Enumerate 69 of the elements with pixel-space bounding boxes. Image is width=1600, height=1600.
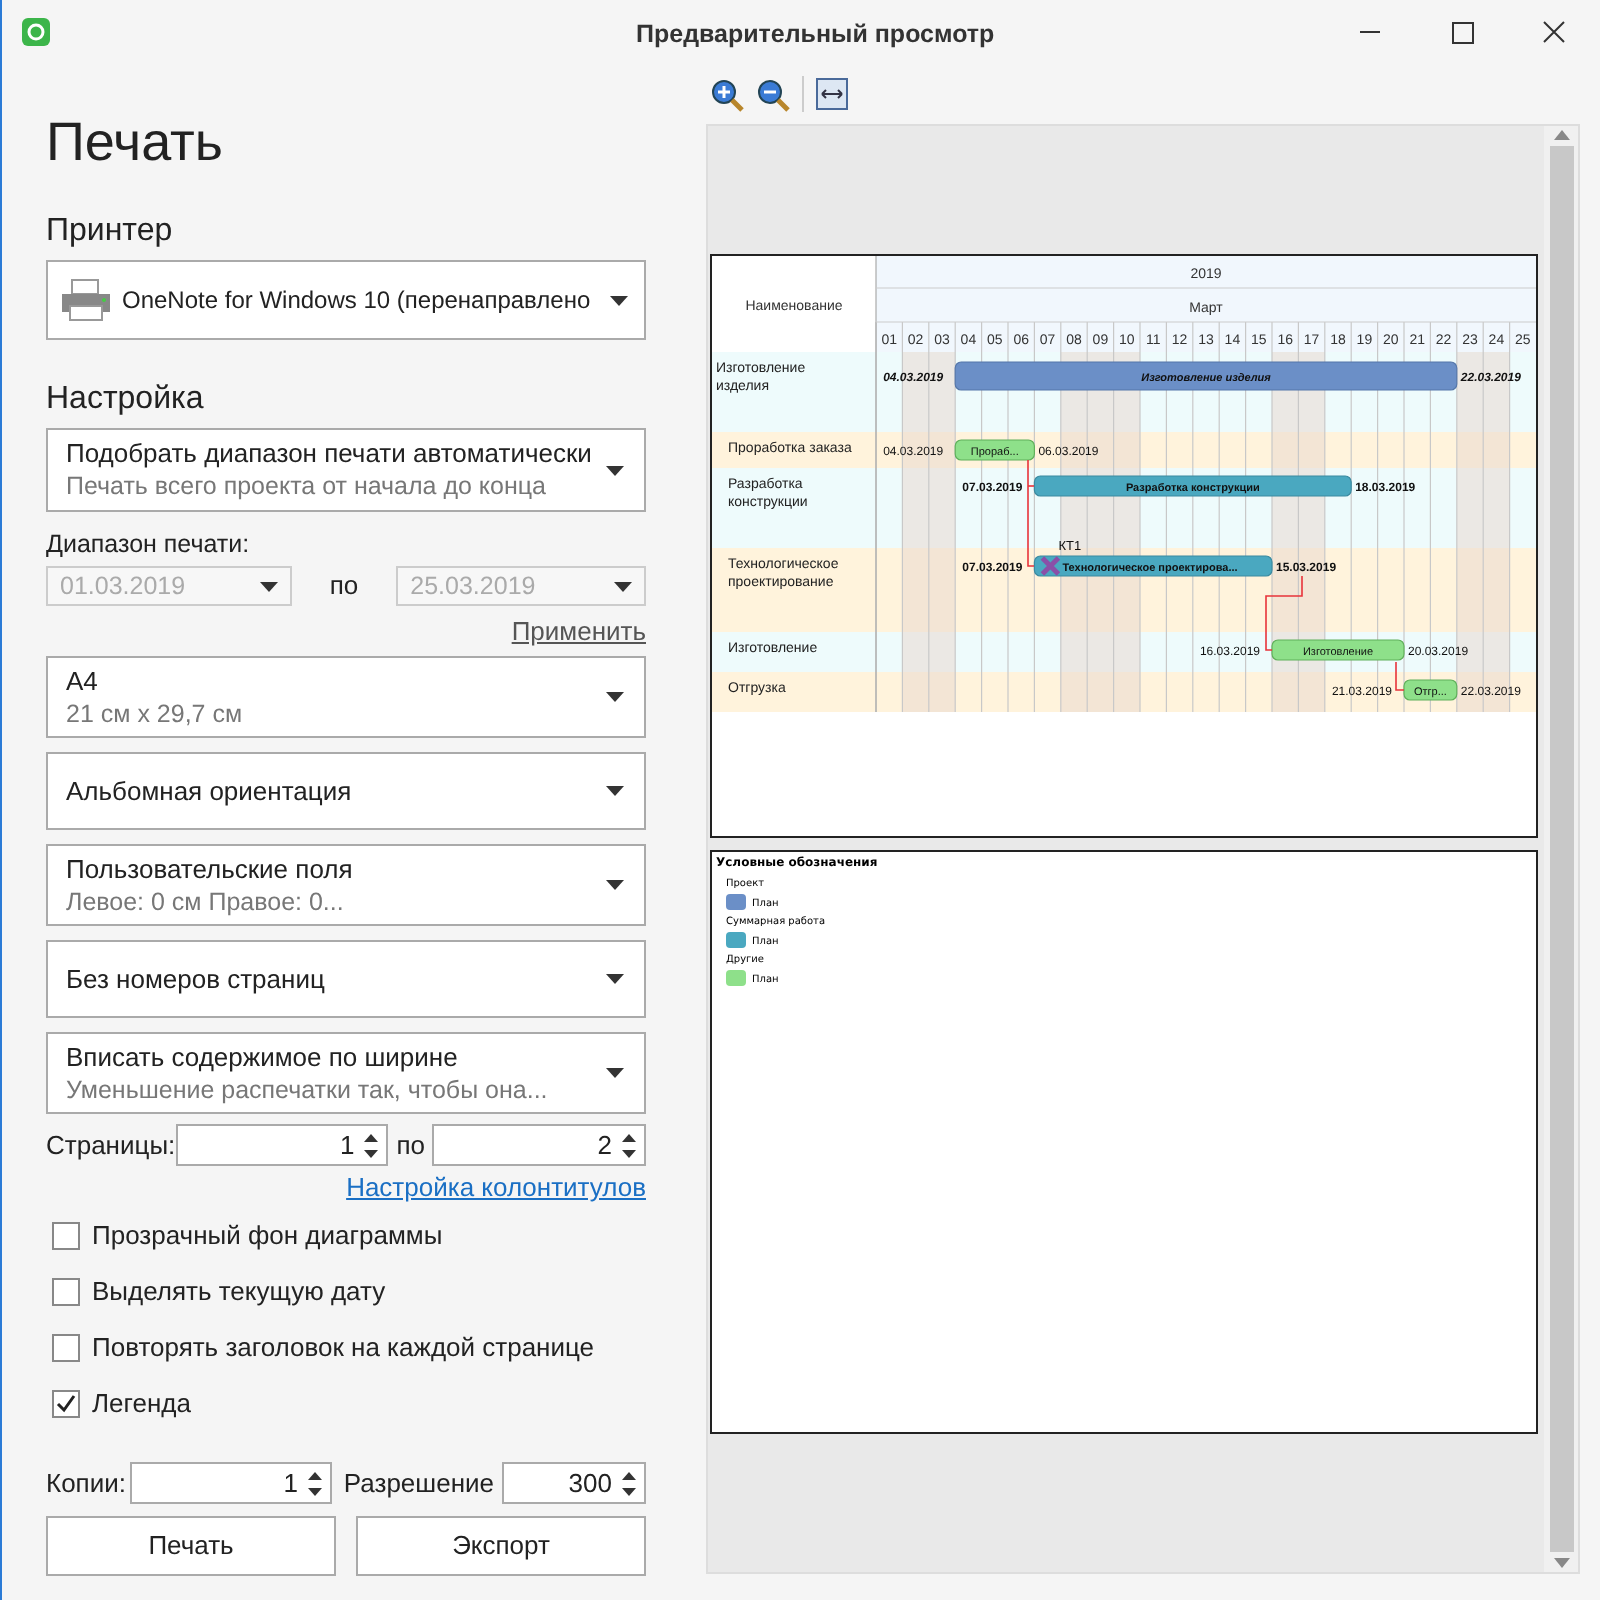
field-label: Диапазон печати: bbox=[46, 528, 252, 560]
header-footer-link[interactable]: Настройка колонтитулов bbox=[346, 1172, 646, 1204]
scroll-down-icon[interactable] bbox=[1553, 1558, 1569, 1568]
scrollbar[interactable] bbox=[1544, 126, 1578, 1572]
checkbox[interactable] bbox=[52, 1222, 80, 1250]
range-separator: по bbox=[329, 568, 359, 605]
caret-icon bbox=[606, 786, 624, 796]
caret-icon bbox=[606, 692, 624, 702]
caret-icon bbox=[606, 974, 624, 984]
page-heading: Печать bbox=[46, 110, 225, 176]
caret-icon bbox=[610, 295, 628, 305]
checkbox[interactable] bbox=[52, 1278, 80, 1306]
milestone-icon bbox=[1039, 555, 1061, 577]
dropdown[interactable]: Альбомная ориентация bbox=[46, 752, 646, 830]
action-button[interactable]: Печать bbox=[46, 1516, 336, 1576]
dropdown-value: Без номеров страниц bbox=[66, 963, 325, 995]
scroll-thumb[interactable] bbox=[1549, 146, 1573, 1552]
dropdown-value: Альбомная ориентация bbox=[66, 775, 352, 807]
dropdown-value: Пользовательские поля bbox=[66, 853, 353, 885]
dropdown-hint: Печать всего проекта от начала до конца bbox=[66, 470, 549, 502]
dropdown-value: Вписать содержимое по ширине bbox=[66, 1041, 460, 1073]
spin-arrows-icon[interactable] bbox=[305, 1467, 324, 1499]
dropdown[interactable]: Без номеров страниц bbox=[46, 940, 646, 1018]
number-field[interactable]: 1 bbox=[129, 1462, 332, 1504]
section-title: Принтер bbox=[46, 212, 175, 252]
action-button[interactable]: Экспорт bbox=[356, 1516, 646, 1576]
task-bar bbox=[1403, 679, 1458, 701]
caret-icon bbox=[606, 465, 624, 475]
caret-icon bbox=[614, 581, 632, 591]
dropdown-value: Подобрать диапазон печати автоматически bbox=[66, 438, 592, 470]
caret-icon bbox=[259, 581, 278, 591]
checkbox-label: Повторять заголовок на каждой странице bbox=[92, 1330, 595, 1367]
spin-arrows-icon[interactable] bbox=[620, 1129, 638, 1161]
printer-icon bbox=[58, 278, 114, 322]
dropdown-hint: 21 см x 29,7 см bbox=[66, 697, 243, 729]
task-bar bbox=[1271, 639, 1405, 661]
checkbox[interactable] bbox=[52, 1390, 80, 1418]
printer-dropdown[interactable]: OneNote for Windows 10 (перенаправлено bbox=[46, 260, 646, 340]
number-field[interactable]: 2 bbox=[432, 1124, 646, 1166]
section-title: Настройка bbox=[46, 380, 206, 420]
field-label: Копии: bbox=[46, 1465, 126, 1502]
field-label: Разрешение bbox=[343, 1465, 494, 1502]
checkbox-label: Прозрачный фон диаграммы bbox=[92, 1218, 443, 1255]
zoom-out-icon[interactable] bbox=[756, 77, 790, 111]
dropdown[interactable]: Подобрать диапазон печати автоматически Печать всего проекта от начала до конца bbox=[46, 428, 646, 512]
spin-arrows-icon[interactable] bbox=[362, 1129, 381, 1161]
dropdown-hint: Уменьшение распечатки так, чтобы она... bbox=[66, 1073, 548, 1105]
app-icon bbox=[22, 18, 50, 46]
caret-icon bbox=[606, 880, 624, 890]
apply-link[interactable]: Применить bbox=[511, 616, 646, 648]
spin-arrows-icon[interactable] bbox=[620, 1467, 638, 1499]
checkbox[interactable] bbox=[52, 1334, 80, 1362]
dropdown[interactable]: Пользовательские поля Левое: 0 см Правое: 0... bbox=[46, 844, 646, 926]
checkbox-label: Выделять текущую дату bbox=[92, 1274, 386, 1311]
number-field[interactable]: 1 bbox=[175, 1124, 389, 1166]
dropdown-hint: Левое: 0 см Правое: 0... bbox=[66, 885, 346, 917]
range-separator: по bbox=[396, 1127, 425, 1164]
task-bar bbox=[954, 439, 1035, 461]
zoom-in-icon[interactable] bbox=[710, 77, 744, 111]
dropdown[interactable]: Вписать содержимое по ширине Уменьшение распечатки так, чтобы она... bbox=[46, 1032, 646, 1114]
dropdown[interactable]: A4 21 см x 29,7 см bbox=[46, 656, 646, 738]
fit-width-icon[interactable] bbox=[816, 78, 848, 110]
window-title: Предварительный просмотр bbox=[636, 18, 995, 52]
dropdown-value: A4 bbox=[66, 665, 100, 697]
field-label: Страницы: bbox=[46, 1127, 176, 1164]
checkbox-label: Легенда bbox=[92, 1386, 191, 1423]
number-field[interactable]: 300 bbox=[502, 1462, 646, 1504]
scroll-up-icon[interactable] bbox=[1553, 130, 1569, 140]
caret-icon bbox=[606, 1068, 624, 1078]
